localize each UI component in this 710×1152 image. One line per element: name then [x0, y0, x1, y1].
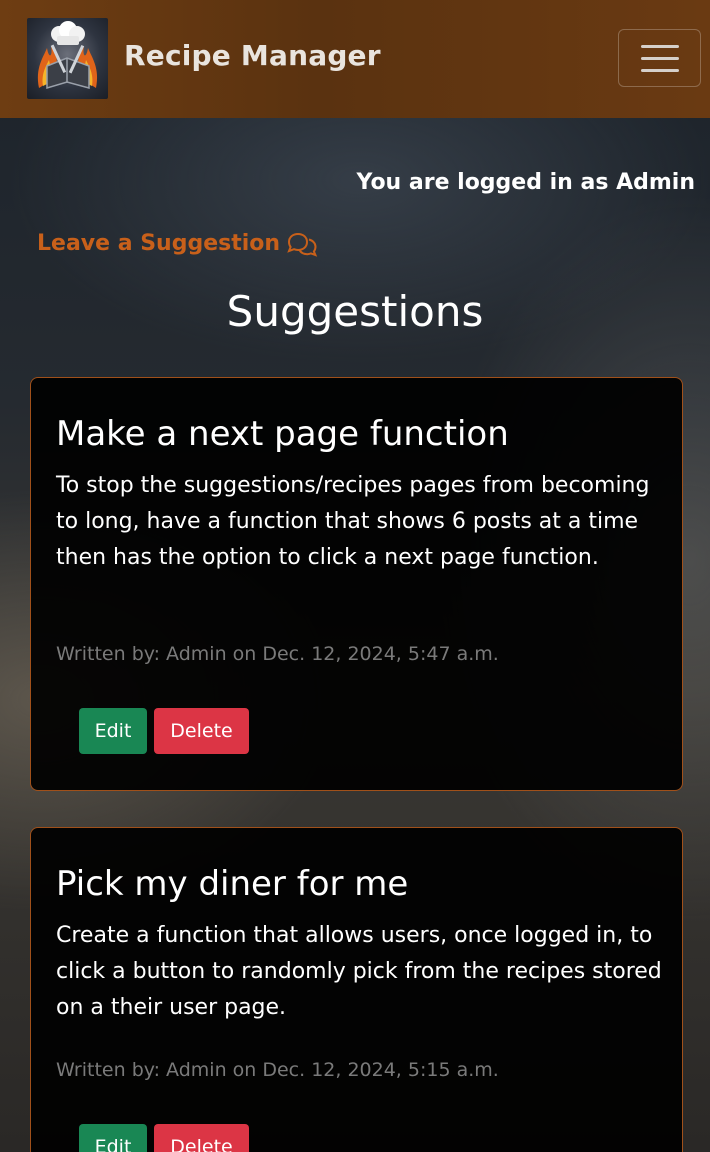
leave-suggestion-link[interactable]: Leave a Suggestion — [37, 228, 318, 260]
leave-suggestion-label: Leave a Suggestion — [37, 231, 281, 256]
chat-bubbles-icon — [287, 232, 318, 257]
menu-toggle-button[interactable] — [618, 29, 701, 87]
suggestion-title: Pick my diner for me — [56, 864, 409, 904]
suggestion-card: Make a next page function To stop the su… — [30, 377, 683, 791]
suggestion-title: Make a next page function — [56, 414, 509, 454]
page-title: Suggestions — [226, 287, 484, 336]
edit-button[interactable]: Edit — [79, 1124, 147, 1152]
suggestion-meta: Written by: Admin on Dec. 12, 2024, 5:15… — [56, 1059, 499, 1081]
chef-logo-icon[interactable] — [27, 18, 108, 99]
hamburger-menu-icon — [641, 57, 679, 60]
suggestion-card: Pick my diner for me Create a function t… — [30, 827, 683, 1152]
hamburger-menu-icon — [641, 45, 679, 48]
delete-button[interactable]: Delete — [154, 1124, 249, 1152]
brand-title[interactable]: Recipe Manager — [124, 38, 381, 74]
suggestion-meta: Written by: Admin on Dec. 12, 2024, 5:47… — [56, 643, 499, 665]
suggestion-body: Create a function that allows users, onc… — [56, 923, 662, 1020]
suggestion-body: To stop the suggestions/recipes pages fr… — [56, 473, 650, 570]
navbar: Recipe Manager — [0, 0, 710, 118]
delete-button[interactable]: Delete — [154, 708, 249, 754]
login-status: You are logged in as Admin — [356, 170, 695, 195]
edit-button[interactable]: Edit — [79, 708, 147, 754]
hamburger-menu-icon — [641, 69, 679, 72]
